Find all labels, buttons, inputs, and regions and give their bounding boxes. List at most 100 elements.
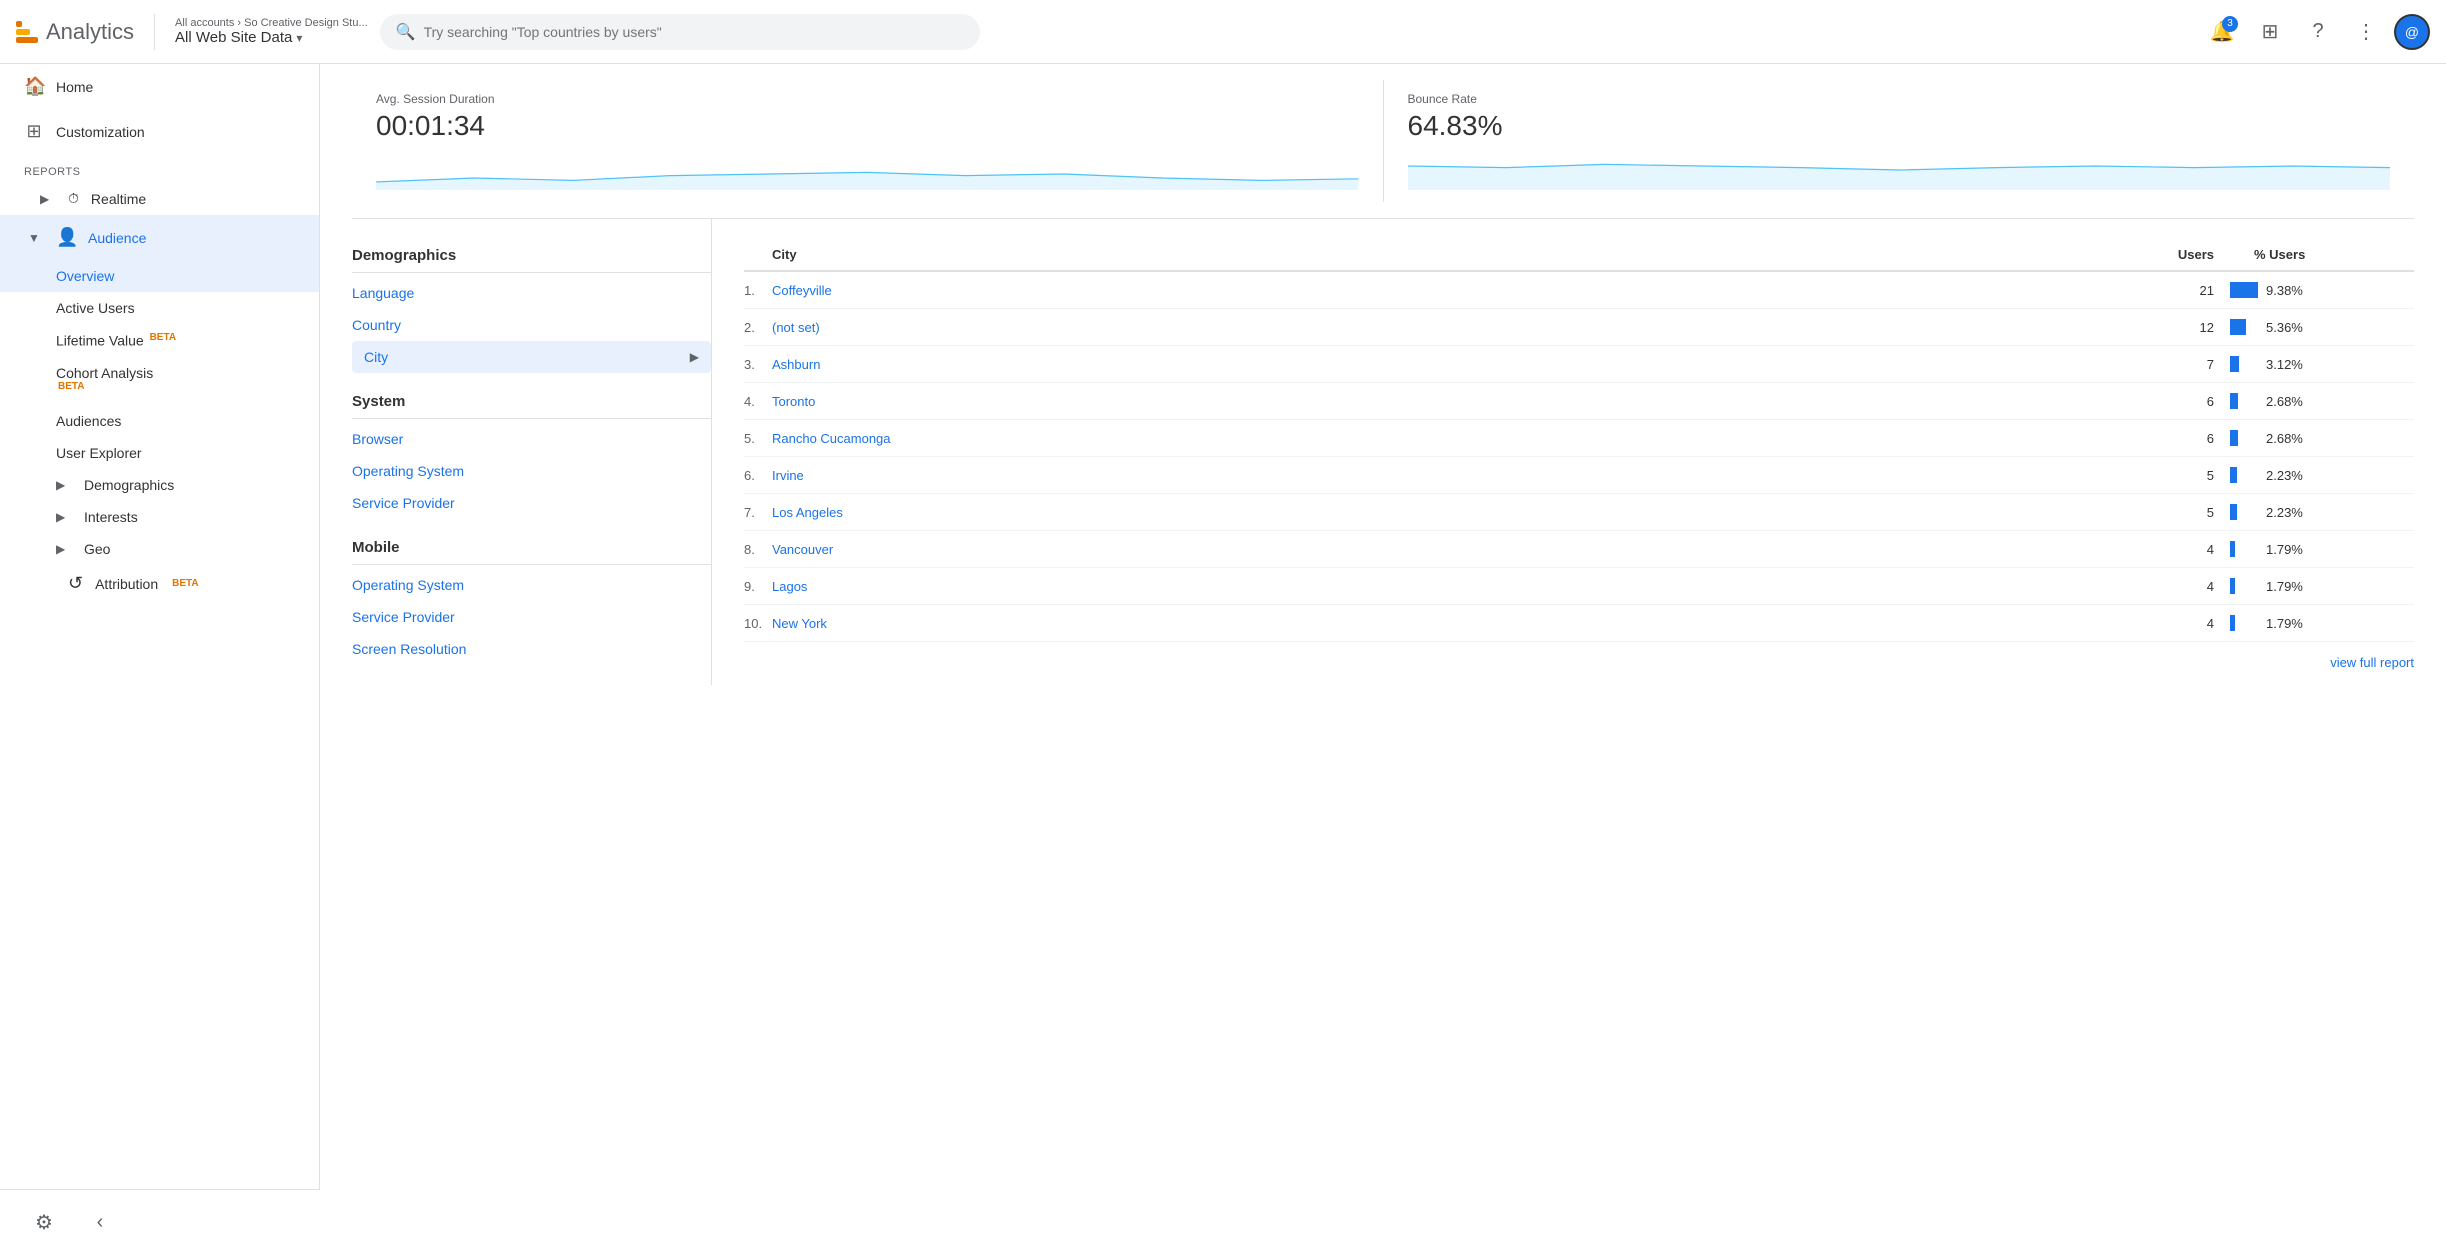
operating-system-link[interactable]: Operating System	[352, 455, 711, 487]
audience-expand-arrow: ▼	[24, 231, 44, 245]
row-city[interactable]: Lagos	[772, 578, 2134, 594]
mobile-os-link[interactable]: Operating System	[352, 569, 711, 601]
search-bar[interactable]: 🔍	[380, 14, 980, 50]
table-row: 10. New York 4 1.79%	[744, 605, 2414, 642]
row-num: 5.	[744, 431, 772, 446]
col-pct-header: % Users	[2214, 247, 2414, 262]
sidebar-item-interests[interactable]: ▶ Interests	[0, 501, 319, 533]
row-city[interactable]: Ashburn	[772, 356, 2134, 372]
sidebar-item-geo[interactable]: ▶ Geo	[0, 533, 319, 565]
row-num: 8.	[744, 542, 772, 557]
apps-button[interactable]: ⊞	[2250, 12, 2290, 52]
country-link[interactable]: Country	[352, 309, 711, 341]
sidebar-item-demographics[interactable]: ▶ Demographics	[0, 469, 319, 501]
table-row: 8. Vancouver 4 1.79%	[744, 531, 2414, 568]
table-row: 9. Lagos 4 1.79%	[744, 568, 2414, 605]
row-num: 1.	[744, 283, 772, 298]
metrics-row: Avg. Session Duration 00:01:34 Bounce Ra…	[352, 64, 2414, 219]
screen-resolution-link[interactable]: Screen Resolution	[352, 633, 711, 665]
bar-fill	[2230, 319, 2246, 335]
geo-expand-arrow: ▶	[56, 542, 72, 556]
bar-bg	[2230, 356, 2258, 372]
row-pct-text: 1.79%	[2266, 542, 2303, 557]
sidebar-item-realtime[interactable]: ▶ ⏱ Realtime	[0, 182, 319, 215]
row-num: 10.	[744, 616, 772, 631]
sidebar-item-audiences[interactable]: Audiences	[0, 405, 319, 437]
audiences-label: Audiences	[56, 413, 121, 429]
city-link-4[interactable]: Rancho Cucamonga	[772, 431, 891, 446]
sidebar-item-attribution[interactable]: ▶ ↺ Attribution BETA	[0, 565, 319, 602]
row-users: 6	[2134, 431, 2214, 446]
row-city[interactable]: Coffeyville	[772, 282, 2134, 298]
view-full-report-link[interactable]: view full report	[2330, 655, 2414, 670]
language-link[interactable]: Language	[352, 277, 711, 309]
city-link-2[interactable]: Ashburn	[772, 357, 820, 372]
sidebar: 🏠 Home ⊞ Customization REPORTS ▶ ⏱ Realt…	[0, 64, 320, 1254]
city-link-0[interactable]: Coffeyville	[772, 283, 832, 298]
city-link-5[interactable]: Irvine	[772, 468, 804, 483]
table-header: City Users % Users	[744, 239, 2414, 272]
account-path: All accounts › So Creative Design Stu...	[175, 17, 368, 29]
sidebar-item-cohort-analysis[interactable]: Cohort Analysis BETA	[0, 357, 319, 406]
row-city[interactable]: New York	[772, 615, 2134, 631]
sidebar-item-overview[interactable]: Overview	[0, 260, 319, 292]
row-pct-text: 1.79%	[2266, 579, 2303, 594]
settings-button[interactable]: ⚙	[24, 1202, 64, 1242]
sidebar-item-audience[interactable]: ▼ 👤 Audience	[0, 215, 319, 260]
customization-label: Customization	[56, 124, 145, 140]
table-row: 6. Irvine 5 2.23%	[744, 457, 2414, 494]
demographics-expand-arrow: ▶	[56, 478, 72, 492]
row-city[interactable]: Irvine	[772, 467, 2134, 483]
row-pct-text: 5.36%	[2266, 320, 2303, 335]
row-users: 5	[2134, 468, 2214, 483]
row-users: 4	[2134, 542, 2214, 557]
city-link-6[interactable]: Los Angeles	[772, 505, 843, 520]
city-link-9[interactable]: New York	[772, 616, 827, 631]
row-city[interactable]: Los Angeles	[772, 504, 2134, 520]
avatar[interactable]: @	[2394, 14, 2430, 50]
mobile-service-provider-link[interactable]: Service Provider	[352, 601, 711, 633]
city-link[interactable]: City ▶	[352, 341, 711, 373]
service-provider-link[interactable]: Service Provider	[352, 487, 711, 519]
customization-icon: ⊞	[24, 121, 44, 142]
city-link-3[interactable]: Toronto	[772, 394, 815, 409]
help-button[interactable]: ?	[2298, 12, 2338, 52]
bar-fill	[2230, 393, 2238, 409]
row-users: 6	[2134, 394, 2214, 409]
row-pct-container: 5.36%	[2214, 319, 2414, 335]
browser-link[interactable]: Browser	[352, 423, 711, 455]
cohort-analysis-label: Cohort Analysis	[56, 365, 153, 381]
row-pct-text: 2.23%	[2266, 468, 2303, 483]
city-link-7[interactable]: Vancouver	[772, 542, 833, 557]
row-city[interactable]: Rancho Cucamonga	[772, 430, 2134, 446]
row-pct-text: 2.23%	[2266, 505, 2303, 520]
more-options-button[interactable]: ⋮	[2346, 12, 2386, 52]
account-name[interactable]: All Web Site Data ▾	[175, 29, 368, 46]
city-link-8[interactable]: Lagos	[772, 579, 807, 594]
notifications-button[interactable]: 🔔 3	[2202, 12, 2242, 52]
row-pct-container: 2.23%	[2214, 504, 2414, 520]
row-num: 2.	[744, 320, 772, 335]
geo-label: Geo	[84, 541, 110, 557]
sidebar-item-home[interactable]: 🏠 Home	[0, 64, 319, 109]
sidebar-item-lifetime-value[interactable]: Lifetime Value BETA	[0, 324, 319, 357]
row-users: 7	[2134, 357, 2214, 372]
table-row: 1. Coffeyville 21 9.38%	[744, 272, 2414, 309]
row-pct-container: 2.68%	[2214, 430, 2414, 446]
topbar-actions: 🔔 3 ⊞ ? ⋮ @	[2202, 12, 2430, 52]
user-explorer-label: User Explorer	[56, 445, 142, 461]
sidebar-item-active-users[interactable]: Active Users	[0, 292, 319, 324]
overview-label: Overview	[56, 268, 114, 284]
row-city[interactable]: Vancouver	[772, 541, 2134, 557]
city-link-1[interactable]: (not set)	[772, 320, 820, 335]
metric-value-1: 64.83%	[1408, 110, 2391, 142]
row-city[interactable]: Toronto	[772, 393, 2134, 409]
row-city[interactable]: (not set)	[772, 319, 2134, 335]
row-num: 6.	[744, 468, 772, 483]
bar-fill	[2230, 356, 2239, 372]
search-input[interactable]	[424, 24, 964, 40]
sidebar-item-user-explorer[interactable]: User Explorer	[0, 437, 319, 469]
collapse-button[interactable]: ‹	[80, 1202, 120, 1242]
sidebar-item-customization[interactable]: ⊞ Customization	[0, 109, 319, 154]
view-full-report[interactable]: view full report	[744, 642, 2414, 670]
